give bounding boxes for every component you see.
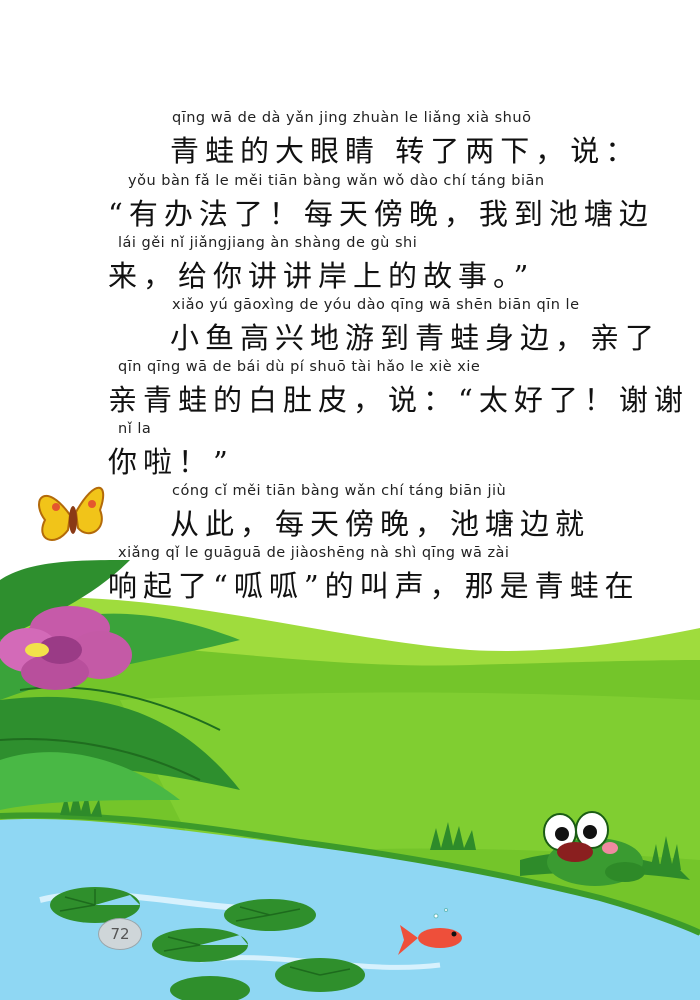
story-text: qīng wā de dà yǎn jing zhuàn le liǎng xi… (0, 0, 700, 603)
pinyin: cóng cǐ měi tiān bàng wǎn chí táng biān … (172, 483, 507, 499)
pinyin: lái gěi nǐ jiǎngjiang àn shàng de gù shi (118, 235, 418, 251)
hanzi: 你啦！” (108, 445, 234, 479)
pinyin: yǒu bàn fǎ le měi tiān bàng wǎn wǒ dào c… (128, 173, 545, 189)
page-number: 72 (98, 918, 142, 950)
hanzi: 从此，每天傍晚，池塘边就 (170, 507, 591, 541)
hanzi: 亲青蛙的白肚皮，说：“太好了！谢谢 (108, 383, 689, 417)
hanzi: 青蛙的大眼睛 转了两下，说： (170, 134, 641, 168)
hanzi: 小鱼高兴地游到青蛙身边，亲了 (170, 321, 661, 355)
hanzi: 来，给你讲讲岸上的故事。” (108, 259, 535, 293)
pinyin: nǐ la (118, 421, 152, 437)
pinyin: xiǎng qǐ le guāguā de jiàoshēng nà shì q… (118, 545, 510, 561)
pinyin: xiǎo yú gāoxìng de yóu dào qīng wā shēn … (172, 297, 580, 313)
pinyin: qīng wā de dà yǎn jing zhuàn le liǎng xi… (172, 110, 532, 126)
hanzi: 响起了“呱呱”的叫声，那是青蛙在 (108, 569, 640, 603)
pinyin: qīn qīng wā de bái dù pí shuō tài hǎo le… (118, 359, 481, 375)
hanzi: “有办法了！每天傍晚，我到池塘边 (108, 197, 654, 231)
